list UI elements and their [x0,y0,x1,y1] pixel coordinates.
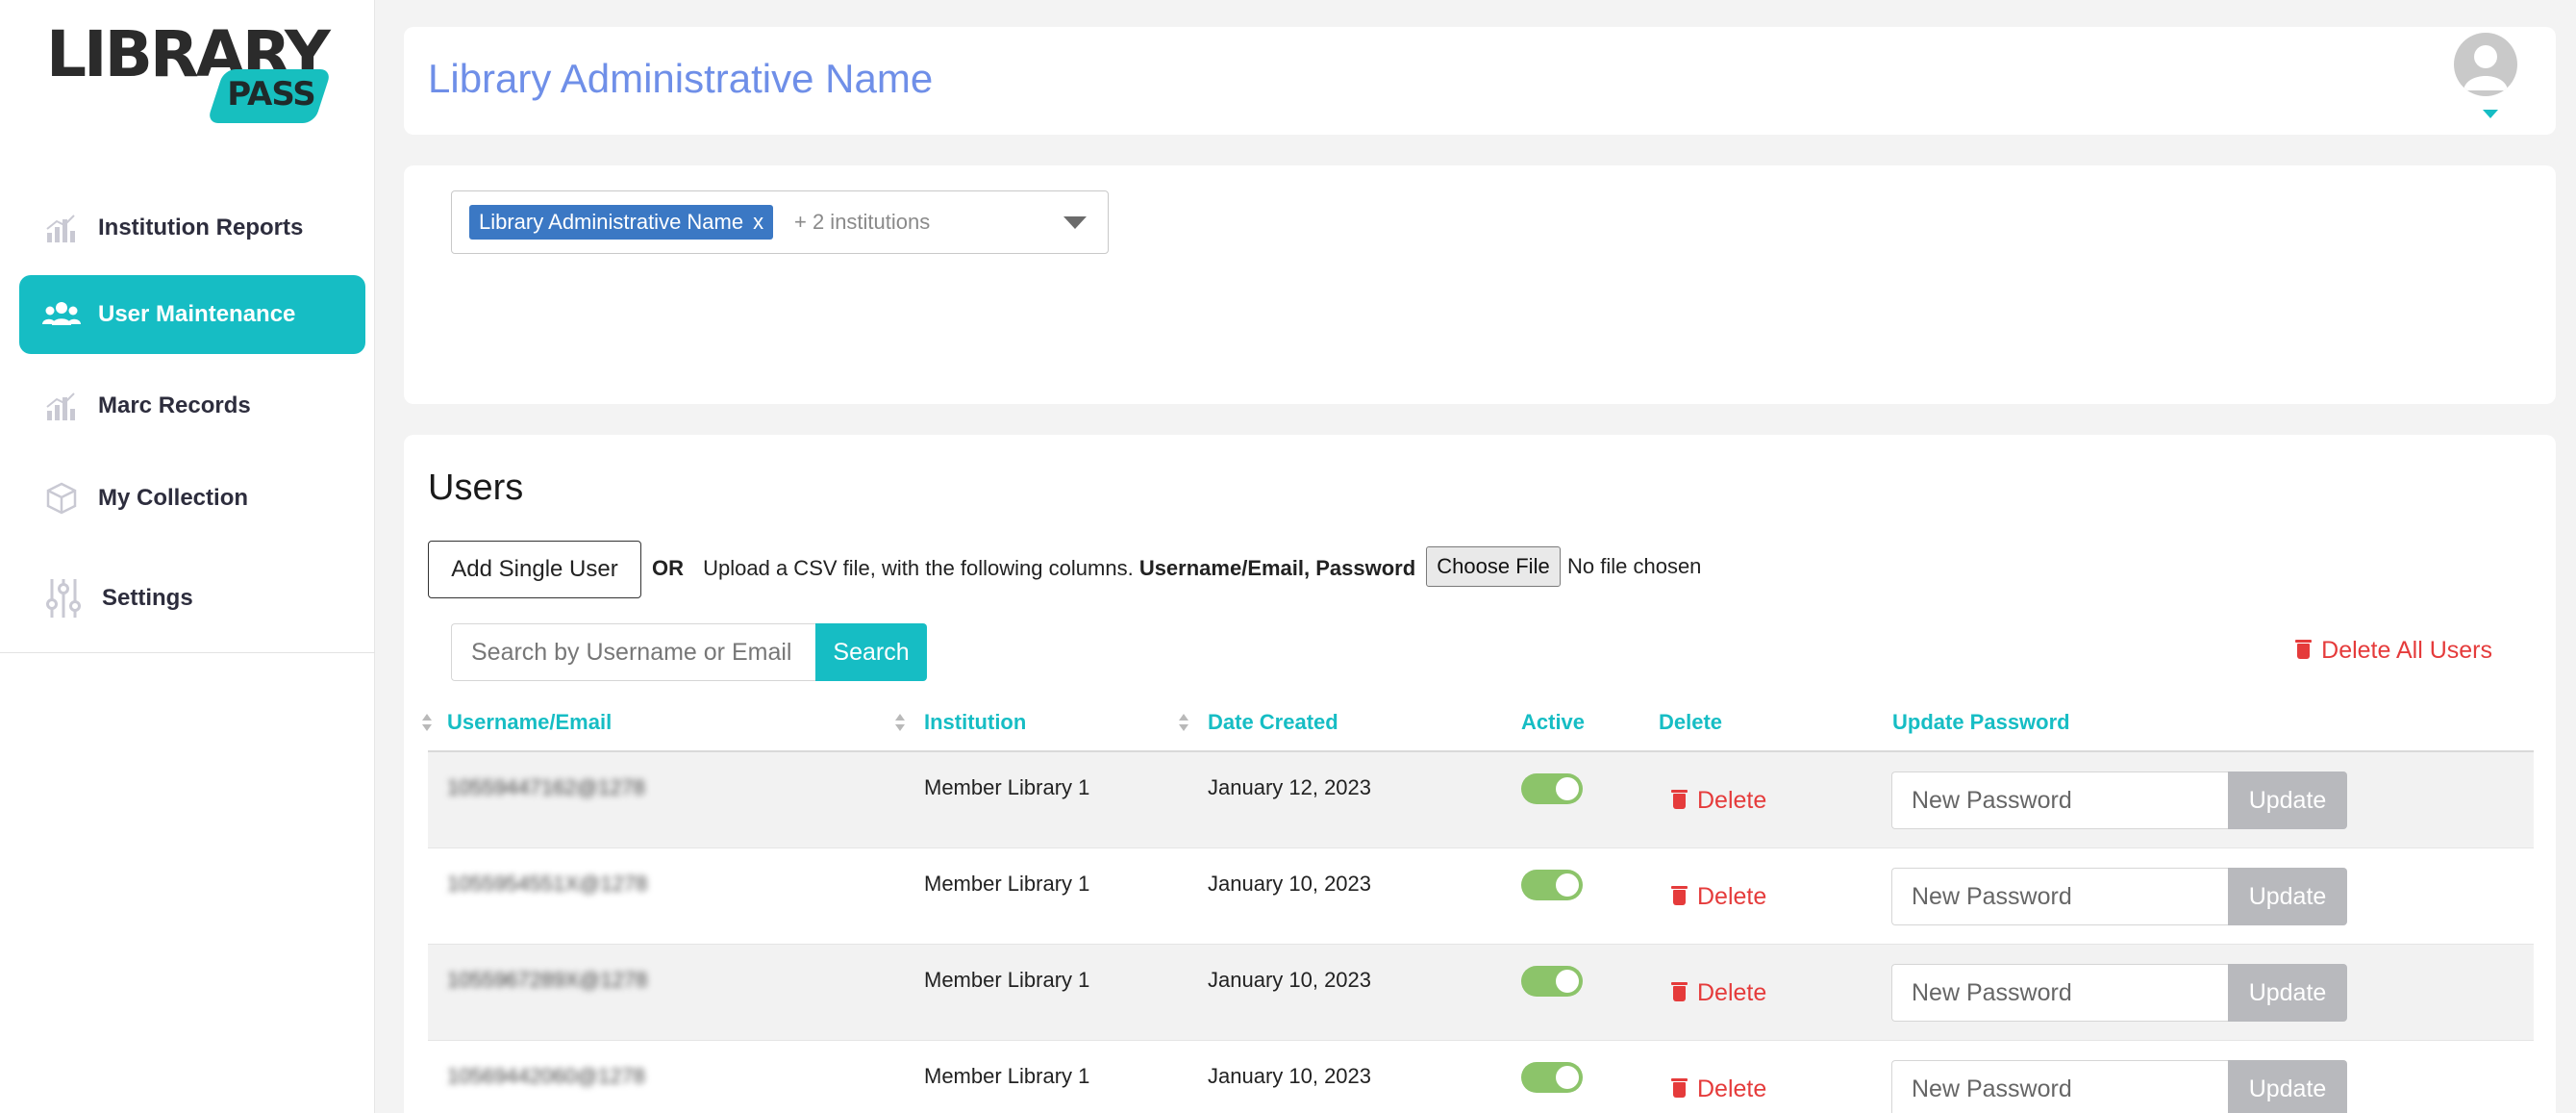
logo-badge-text: PASS [227,75,316,114]
column-update-password: Update Password [1892,710,2070,734]
institution-select[interactable]: Library Administrative Name x + 2 instit… [451,190,1109,254]
trash-icon [1671,981,1688,1001]
update-password-button[interactable]: Update [2228,964,2347,1022]
delete-user-button[interactable]: Delete [1671,1075,1767,1103]
trash-icon [1671,885,1688,905]
sort-icon[interactable] [422,714,432,735]
cell-institution: Member Library 1 [924,1064,1090,1088]
delete-user-button[interactable]: Delete [1671,979,1767,1007]
sidebar-divider [0,652,375,653]
bar-chart-icon [42,387,81,425]
sort-icon[interactable] [895,714,905,735]
cell-date-created: January 10, 2023 [1208,1064,1372,1088]
delete-label: Delete [1697,883,1767,910]
delete-label: Delete [1697,1075,1767,1102]
users-card: Users Add Single User OR Upload a CSV fi… [404,435,2556,1113]
active-toggle[interactable] [1521,773,1583,804]
chevron-down-icon[interactable] [1063,216,1087,229]
column-institution[interactable]: Institution [924,710,1026,735]
delete-user-button[interactable]: Delete [1671,883,1767,911]
cell-username: 1055954551X@1278 [447,872,648,896]
avatar-caret-icon[interactable] [2483,110,2498,118]
table-header: Username/Email Institution Date Created … [422,696,2534,752]
delete-user-button[interactable]: Delete [1671,787,1767,815]
upload-text: Upload a CSV file, with the following co… [703,556,1134,580]
active-toggle[interactable] [1521,870,1583,900]
sidebar-item-institution-reports[interactable]: Institution Reports [19,192,365,264]
sidebar: LIBRARY PASS Institution Reports User Ma… [0,0,375,1113]
cell-institution: Member Library 1 [924,968,1090,992]
bar-chart-icon [42,209,81,247]
sort-icon[interactable] [1179,714,1188,735]
trash-icon [1671,1077,1688,1098]
active-toggle[interactable] [1521,966,1583,997]
library-pass-logo[interactable]: LIBRARY PASS [46,23,333,129]
sidebar-item-user-maintenance[interactable]: User Maintenance [19,275,365,354]
sidebar-item-label: Settings [102,585,193,611]
sidebar-item-marc-records[interactable]: Marc Records [19,366,365,446]
table-row: 1055954551X@1278 Member Library 1 Januar… [428,848,2534,945]
update-password-button[interactable]: Update [2228,868,2347,925]
institution-filter-card: Library Administrative Name x + 2 instit… [404,165,2556,404]
sidebar-item-label: User Maintenance [98,301,296,327]
cell-date-created: January 12, 2023 [1208,775,1372,799]
sidebar-nav: Institution Reports User Maintenance Mar… [19,192,365,658]
or-label: OR [652,556,684,580]
upload-instructions: OR Upload a CSV file, with the following… [652,556,1415,581]
user-avatar-icon[interactable] [2454,33,2517,96]
upload-columns: Username/Email, Password [1138,556,1416,580]
page-title: Library Administrative Name [428,56,934,101]
cell-date-created: January 10, 2023 [1208,872,1372,896]
institution-tag-label: Library Administrative Name [479,210,744,234]
table-row: 10559447162@1278 Member Library 1 Januar… [428,752,2534,848]
new-password-input[interactable] [1891,772,2228,829]
users-table: Username/Email Institution Date Created … [422,696,2534,1113]
cell-institution: Member Library 1 [924,872,1090,896]
trash-icon [2295,639,2313,659]
new-password-input[interactable] [1891,868,2228,925]
cell-username: 10559447162@1278 [447,775,645,799]
new-password-input[interactable] [1891,1060,2228,1113]
delete-all-label: Delete All Users [2321,637,2492,664]
users-title: Users [428,468,524,508]
delete-label: Delete [1697,787,1767,814]
no-file-chosen-text: No file chosen [1567,554,1702,578]
choose-file-button[interactable]: Choose File [1426,546,1561,587]
sidebar-item-label: My Collection [98,485,249,511]
delete-all-users-button[interactable]: Delete All Users [2295,637,2492,665]
column-delete: Delete [1659,710,1723,734]
column-active: Active [1521,710,1586,734]
column-username[interactable]: Username/Email [447,710,612,735]
tag-remove-icon[interactable]: x [753,210,763,235]
sidebar-item-settings[interactable]: Settings [19,550,365,646]
sidebar-item-label: Marc Records [98,392,251,418]
new-password-input[interactable] [1891,964,2228,1022]
cell-date-created: January 10, 2023 [1208,968,1372,992]
column-date-created[interactable]: Date Created [1208,710,1338,735]
institution-tag: Library Administrative Name x [469,205,774,240]
search-button[interactable]: Search [815,623,927,681]
delete-label: Delete [1697,979,1767,1006]
cube-icon [42,479,81,518]
table-row: 10569442060@1278 Member Library 1 Januar… [428,1041,2534,1113]
sidebar-item-label: Institution Reports [98,215,304,240]
cell-username: 10569442060@1278 [447,1064,645,1088]
cell-username: 1055967289X@1278 [447,968,648,992]
update-password-button[interactable]: Update [2228,772,2347,829]
active-toggle[interactable] [1521,1062,1583,1093]
header-card: Library Administrative Name [404,27,2556,135]
users-icon [42,295,81,334]
more-institutions-text: + 2 institutions [794,210,931,234]
update-password-button[interactable]: Update [2228,1060,2347,1113]
add-single-user-button[interactable]: Add Single User [428,541,641,598]
table-row: 1055967289X@1278 Member Library 1 Januar… [428,945,2534,1041]
trash-icon [1671,789,1688,809]
cell-institution: Member Library 1 [924,775,1090,799]
search-input[interactable] [451,623,816,681]
sliders-icon [42,579,85,618]
sidebar-item-my-collection[interactable]: My Collection [19,458,365,539]
